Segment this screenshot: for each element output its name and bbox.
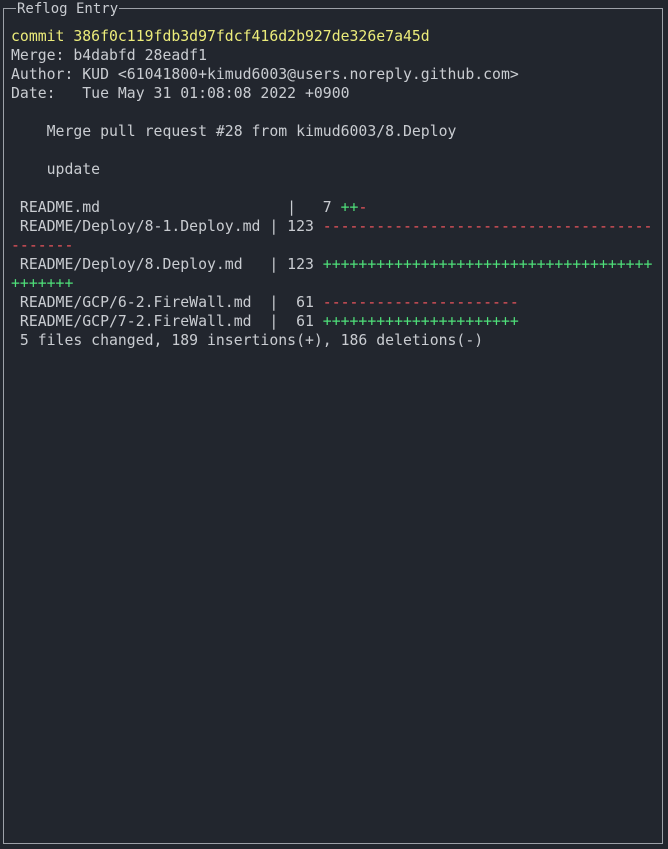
panel-title: Reflog Entry	[16, 0, 120, 18]
date-line: Date: Tue May 31 01:08:08 2022 +0900	[11, 85, 350, 102]
commit-message-body: update	[11, 161, 101, 178]
diffstat-row: README/GCP/6-2.FireWall.md | 61 --------…	[11, 293, 663, 312]
diffstat-row-wrap: -------	[11, 236, 663, 255]
diffstat-deletions-bar: ----------------------	[322, 294, 519, 311]
diffstat-deletions-bar: -	[358, 199, 368, 216]
diffstat-insertions-bar: ++	[340, 199, 359, 216]
diffstat-file-label: README/Deploy/8-1.Deploy.md | 123	[11, 218, 323, 235]
reflog-entry-content: commit 386f0c119fdb3d97fdcf416d2b927de32…	[11, 27, 663, 350]
diffstat-row: README/GCP/7-2.FireWall.md | 61 ++++++++…	[11, 312, 663, 331]
diffstat-insertions-bar: ++++++++++++++++++++++	[322, 313, 519, 330]
reflog-entry-panel: Reflog Entry commit 386f0c119fdb3d97fdcf…	[3, 0, 663, 844]
commit-hash-line: commit 386f0c119fdb3d97fdcf416d2b927de32…	[11, 28, 430, 45]
diffstat-file-label: README/GCP/7-2.FireWall.md | 61	[11, 313, 323, 330]
diffstat-file-label: README/Deploy/8.Deploy.md | 123	[11, 256, 323, 273]
diffstat-insertions-bar-wrap: +++++++	[11, 275, 74, 292]
diffstat-file-label: README.md | 7	[11, 199, 341, 216]
diffstat-deletions-bar-wrap: -------	[11, 237, 74, 254]
diffstat-row: README/Deploy/8.Deploy.md | 123 ++++++++…	[11, 255, 663, 274]
diffstat-summary: 5 files changed, 189 insertions(+), 186 …	[11, 332, 484, 349]
diffstat-row: README/Deploy/8-1.Deploy.md | 123 ------…	[11, 217, 663, 236]
merge-line: Merge: b4dabfd 28eadf1	[11, 47, 207, 64]
diffstat-deletions-bar: -------------------------------------	[322, 218, 653, 235]
author-line: Author: KUD <61041800+kimud6003@users.no…	[11, 66, 519, 83]
diffstat-row-wrap: +++++++	[11, 274, 663, 293]
diffstat-insertions-bar: +++++++++++++++++++++++++++++++++++++	[322, 256, 653, 273]
diffstat-row: README.md | 7 ++-	[11, 198, 663, 217]
commit-message-subject: Merge pull request #28 from kimud6003/8.…	[11, 123, 457, 140]
diffstat-file-label: README/GCP/6-2.FireWall.md | 61	[11, 294, 323, 311]
